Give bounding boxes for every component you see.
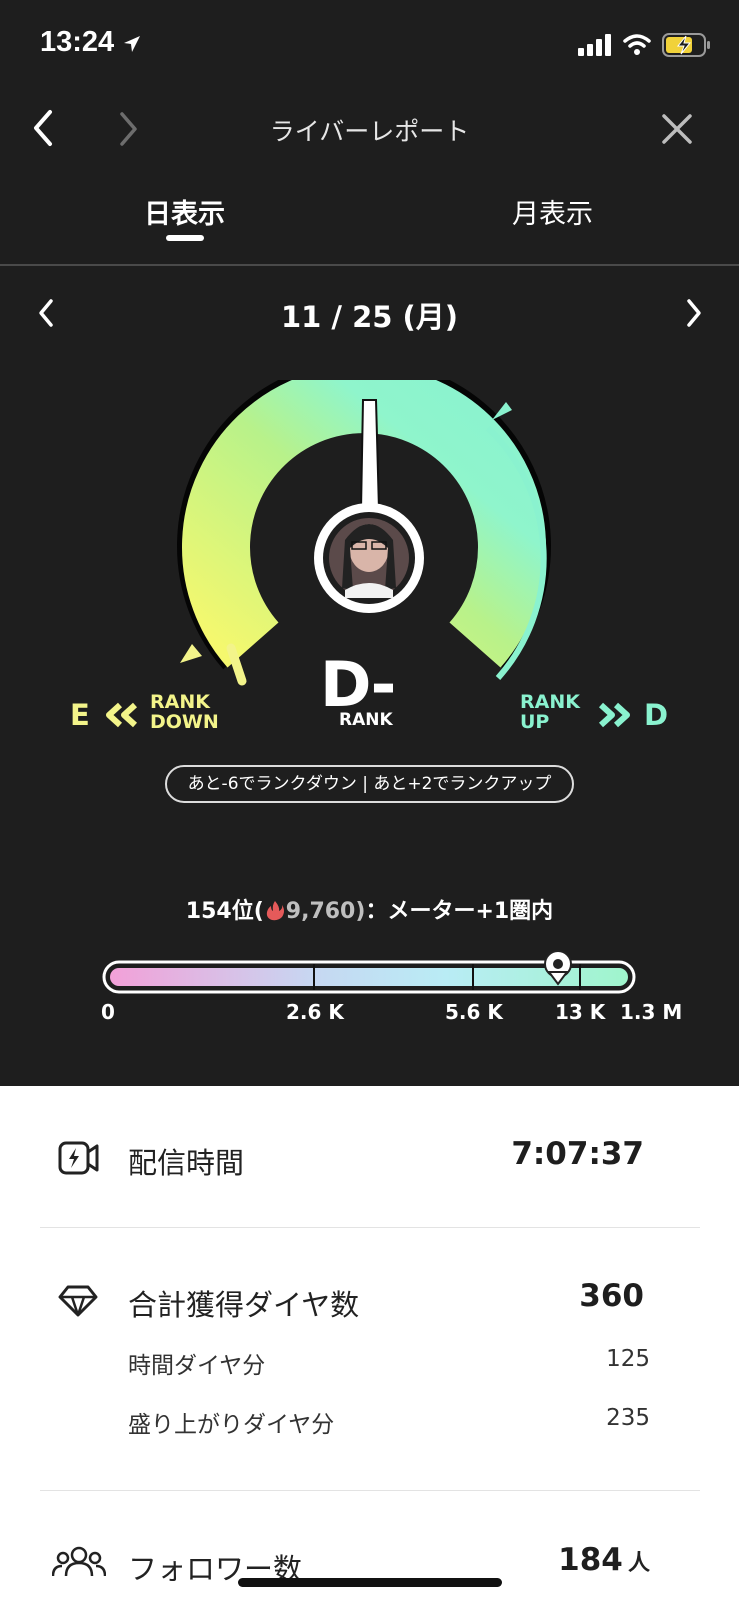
hype-diamonds-label: 盛り上がりダイヤ分 <box>128 1412 335 1438</box>
hype-diamonds-value: 235 <box>606 1405 650 1431</box>
fire-icon <box>266 901 284 921</box>
rank-up-letter: D <box>644 698 669 732</box>
time-diamonds-label: 時間ダイヤ分 <box>128 1353 266 1379</box>
followers-unit: 人 <box>627 1551 650 1576</box>
tab-active-indicator <box>166 235 204 241</box>
rank-up-marker <box>492 402 512 420</box>
ranking-summary: 154位( 9,760)：メーター+1圏内 <box>0 893 739 925</box>
rank-down-marker <box>180 644 202 663</box>
ranking-score: 9,760) <box>285 899 366 924</box>
gauge-needle <box>359 399 381 511</box>
close-icon[interactable] <box>660 112 694 146</box>
double-chevron-right-icon <box>598 702 630 728</box>
total-diamonds-value: 360 <box>579 1278 644 1314</box>
meter-tick-label: 0 <box>101 1000 115 1024</box>
tab-monthly[interactable]: 月表示 <box>512 192 593 231</box>
wifi-icon <box>623 34 651 55</box>
battery-charging-icon <box>662 33 710 57</box>
ranking-suffix: ：メーター+1圏内 <box>365 899 554 924</box>
followers-value: 184 <box>558 1542 623 1578</box>
live-video-icon <box>58 1141 99 1175</box>
stream-time-value: 7:07:37 <box>511 1136 644 1172</box>
location-arrow-icon <box>124 36 140 52</box>
tab-daily[interactable]: 日表示 <box>144 192 225 231</box>
current-date: 11 / 25 (月) <box>280 300 459 334</box>
diamond-icon <box>58 1285 98 1317</box>
stream-time-label: 配信時間 <box>128 1146 245 1180</box>
rank-down-letter: E <box>70 698 90 732</box>
followers-value-group: 184 人 <box>440 1542 650 1578</box>
rank-down-label: RANK DOWN <box>150 692 219 732</box>
meter-tick-label: 13 K <box>555 1000 606 1024</box>
ranking-position: 154位( <box>185 899 264 924</box>
status-time: 13:24 <box>40 26 115 58</box>
rank-up-label: RANK UP <box>520 692 580 732</box>
rank-threshold-info: あと-6でランクダウン | あと+2でランクアップ <box>165 765 574 803</box>
rank-up-line1: RANK <box>520 691 580 713</box>
home-indicator[interactable] <box>238 1578 502 1587</box>
meter-tick-label: 1.3 M <box>620 1000 683 1024</box>
rank-caption: RANK <box>339 710 393 730</box>
section-divider <box>40 1490 700 1491</box>
time-diamonds-value: 125 <box>606 1346 650 1372</box>
meter-tick-label: 2.6 K <box>286 1000 344 1024</box>
score-meter <box>102 950 636 994</box>
tab-divider <box>0 264 739 266</box>
page-title: ライバーレポート <box>269 117 470 146</box>
meter-tick-label: 5.6 K <box>445 1000 503 1024</box>
rank-down-line2: DOWN <box>150 711 219 733</box>
total-diamonds-label: 合計獲得ダイヤ数 <box>128 1288 360 1322</box>
next-date-icon[interactable] <box>682 296 706 330</box>
double-chevron-left-icon <box>106 702 138 728</box>
rank-down-line1: RANK <box>150 691 210 713</box>
rank-up-line2: UP <box>520 711 550 733</box>
section-divider <box>40 1227 700 1228</box>
followers-icon <box>52 1546 106 1577</box>
cellular-signal-icon <box>578 34 611 56</box>
